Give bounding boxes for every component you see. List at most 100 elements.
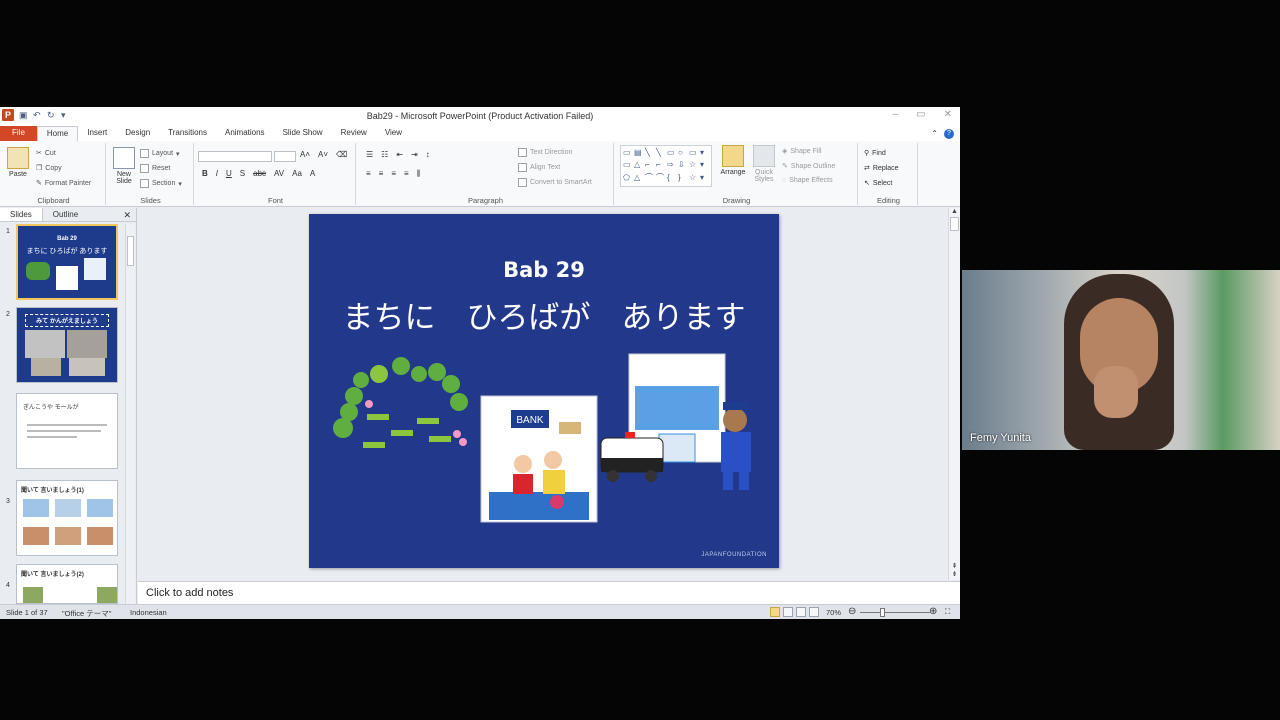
select-button[interactable]: ↖ Select: [864, 179, 892, 188]
arrange-button[interactable]: Arrange: [716, 145, 750, 176]
tab-animations[interactable]: Animations: [216, 126, 274, 141]
effects-icon: ◌: [782, 177, 787, 184]
font-name-select[interactable]: [198, 151, 272, 162]
shrink-font-icon[interactable]: A˅: [318, 150, 328, 159]
quick-styles-icon: [753, 145, 775, 167]
section-button[interactable]: Section ▾: [140, 179, 182, 188]
justify-icon[interactable]: ≡: [404, 169, 409, 179]
increase-indent-icon[interactable]: ⇥: [411, 150, 418, 159]
tab-view[interactable]: View: [376, 126, 411, 141]
tab-slides[interactable]: Slides: [0, 208, 43, 221]
cut-button[interactable]: ✂ Cut: [36, 149, 56, 158]
align-center-icon[interactable]: ≡: [379, 169, 384, 179]
strikethrough-button[interactable]: abc: [253, 169, 266, 178]
tab-insert[interactable]: Insert: [78, 126, 116, 141]
slide-thumbnail-4[interactable]: 聞いて 言いましょう(1): [16, 480, 118, 556]
font-color-icon[interactable]: A: [310, 169, 315, 178]
tab-file[interactable]: File: [0, 126, 37, 141]
format-painter-button[interactable]: ✎ Format Painter: [36, 179, 91, 188]
slide-sorter-button[interactable]: [783, 607, 793, 617]
replace-button[interactable]: ⇄ Replace: [864, 164, 899, 173]
zoom-slider[interactable]: [860, 612, 930, 613]
restore-icon[interactable]: ▭: [916, 109, 925, 120]
scroll-page-icon[interactable]: ⇞ ⇟: [949, 562, 960, 578]
drawing-group-label: Drawing: [722, 196, 751, 205]
align-text-button[interactable]: Align Text: [518, 163, 560, 172]
bullets-icon[interactable]: ☰: [366, 150, 373, 159]
slide-1[interactable]: Bab 29 まちに ひろばが あります BANK JAPANFOUNDATIO…: [309, 214, 779, 568]
find-button[interactable]: ⚲ Find: [864, 149, 886, 158]
shape-effects-button[interactable]: ◌ Shape Effects: [782, 177, 833, 184]
slide-thumbnail-5[interactable]: 聞いて 言いましょう(2): [16, 564, 118, 604]
scroll-thumb[interactable]: [950, 217, 959, 231]
tab-transitions[interactable]: Transitions: [159, 126, 216, 141]
slide-number: 4: [6, 582, 10, 589]
language-indicator[interactable]: Indonesian: [130, 608, 167, 617]
reading-view-button[interactable]: [796, 607, 806, 617]
window-title: Bab29 - Microsoft PowerPoint (Product Ac…: [366, 111, 594, 121]
char-spacing-icon[interactable]: AV: [274, 169, 284, 178]
fit-slide-icon[interactable]: ⛶: [945, 607, 950, 617]
line-spacing-icon[interactable]: ↕: [426, 150, 430, 159]
slide-thumbnail-2[interactable]: みて かんがえましょう: [16, 307, 118, 383]
normal-view-button[interactable]: [770, 607, 780, 617]
align-right-icon[interactable]: ≡: [391, 169, 396, 179]
new-slide-icon: [113, 147, 135, 169]
slide-counter: Slide 1 of 37: [6, 608, 48, 617]
help-icon[interactable]: ?: [944, 128, 954, 139]
scissors-icon: ✂: [36, 150, 42, 157]
tab-review[interactable]: Review: [332, 126, 376, 141]
columns-icon[interactable]: ⫼: [417, 169, 421, 179]
scroll-up-icon[interactable]: ▲: [949, 208, 960, 215]
copy-button[interactable]: ❐ Copy: [36, 164, 62, 173]
editing-group: ⚲ Find ⇄ Replace ↖ Select Editing: [860, 143, 918, 205]
slide-thumbnail-3[interactable]: ぎんこうや モールが: [16, 393, 118, 469]
minimize-ribbon-icon[interactable]: ⌃: [931, 129, 938, 138]
zoom-in-icon[interactable]: ⊕: [929, 606, 937, 617]
notes-pane[interactable]: Click to add notes: [138, 581, 960, 604]
slides-pane-scrollbar[interactable]: [125, 224, 135, 604]
decrease-indent-icon[interactable]: ⇤: [396, 150, 403, 159]
close-pane-icon[interactable]: ✕: [117, 208, 137, 221]
align-text-icon: [518, 163, 527, 172]
layout-button[interactable]: Layout ▾: [140, 149, 180, 158]
new-slide-button[interactable]: New Slide: [112, 147, 136, 185]
tab-home[interactable]: Home: [36, 126, 79, 141]
reset-button[interactable]: Reset: [140, 164, 170, 173]
shapes-gallery[interactable]: ▭ ▤ ╲ ╲ ▭ ○ ▭ ▾ ▭ △ ⌐ ⌐ ⇨ ⇩ ☆ ▾ ⬠ △ ⌒ ⌒{} ☆ ▾: [620, 145, 712, 187]
clipboard-group-label: Clipboard: [37, 196, 70, 205]
replace-icon: ⇄: [864, 165, 870, 172]
grow-font-icon[interactable]: A˄: [300, 150, 310, 159]
clear-format-icon[interactable]: ⌫: [336, 150, 347, 159]
paste-button[interactable]: Paste: [6, 147, 30, 178]
text-direction-button[interactable]: Text Direction: [518, 148, 572, 157]
tab-outline[interactable]: Outline: [43, 208, 88, 221]
quick-styles-button[interactable]: Quick Styles: [750, 145, 778, 183]
italic-button[interactable]: I: [216, 169, 218, 178]
zoom-level[interactable]: 70%: [826, 608, 841, 617]
dropdown-icon: ▾: [178, 180, 182, 188]
bold-button[interactable]: B: [202, 169, 208, 178]
shadow-button[interactable]: S: [240, 169, 245, 178]
underline-button[interactable]: U: [226, 169, 232, 178]
shape-fill-button[interactable]: ◈ Shape Fill: [782, 147, 822, 156]
numbering-icon[interactable]: ☷: [381, 150, 388, 159]
zoom-out-icon[interactable]: ⊖: [848, 606, 856, 617]
scroll-thumb[interactable]: [127, 236, 134, 266]
font-size-select[interactable]: [274, 151, 296, 162]
convert-smartart-button[interactable]: Convert to SmartArt: [518, 178, 592, 187]
editor-scrollbar[interactable]: ▲ ⇞ ⇟: [948, 208, 960, 580]
tab-slide-show[interactable]: Slide Show: [274, 126, 332, 141]
slide-thumbnail-1[interactable]: Bab 29 まちに ひろばが あります: [16, 224, 118, 300]
tab-design[interactable]: Design: [116, 126, 159, 141]
notes-placeholder[interactable]: Click to add notes: [146, 587, 233, 599]
webcam-tile[interactable]: Femy Yunita: [962, 270, 1280, 450]
align-left-icon[interactable]: ≡: [366, 169, 371, 179]
slideshow-button[interactable]: [809, 607, 819, 617]
minimize-icon[interactable]: –: [893, 109, 899, 120]
shape-outline-button[interactable]: ✎ Shape Outline: [782, 162, 835, 171]
arrange-icon: [722, 145, 744, 167]
zoom-slider-thumb[interactable]: [880, 608, 885, 617]
change-case-icon[interactable]: Aa: [292, 169, 302, 178]
close-icon[interactable]: ✕: [944, 109, 952, 120]
